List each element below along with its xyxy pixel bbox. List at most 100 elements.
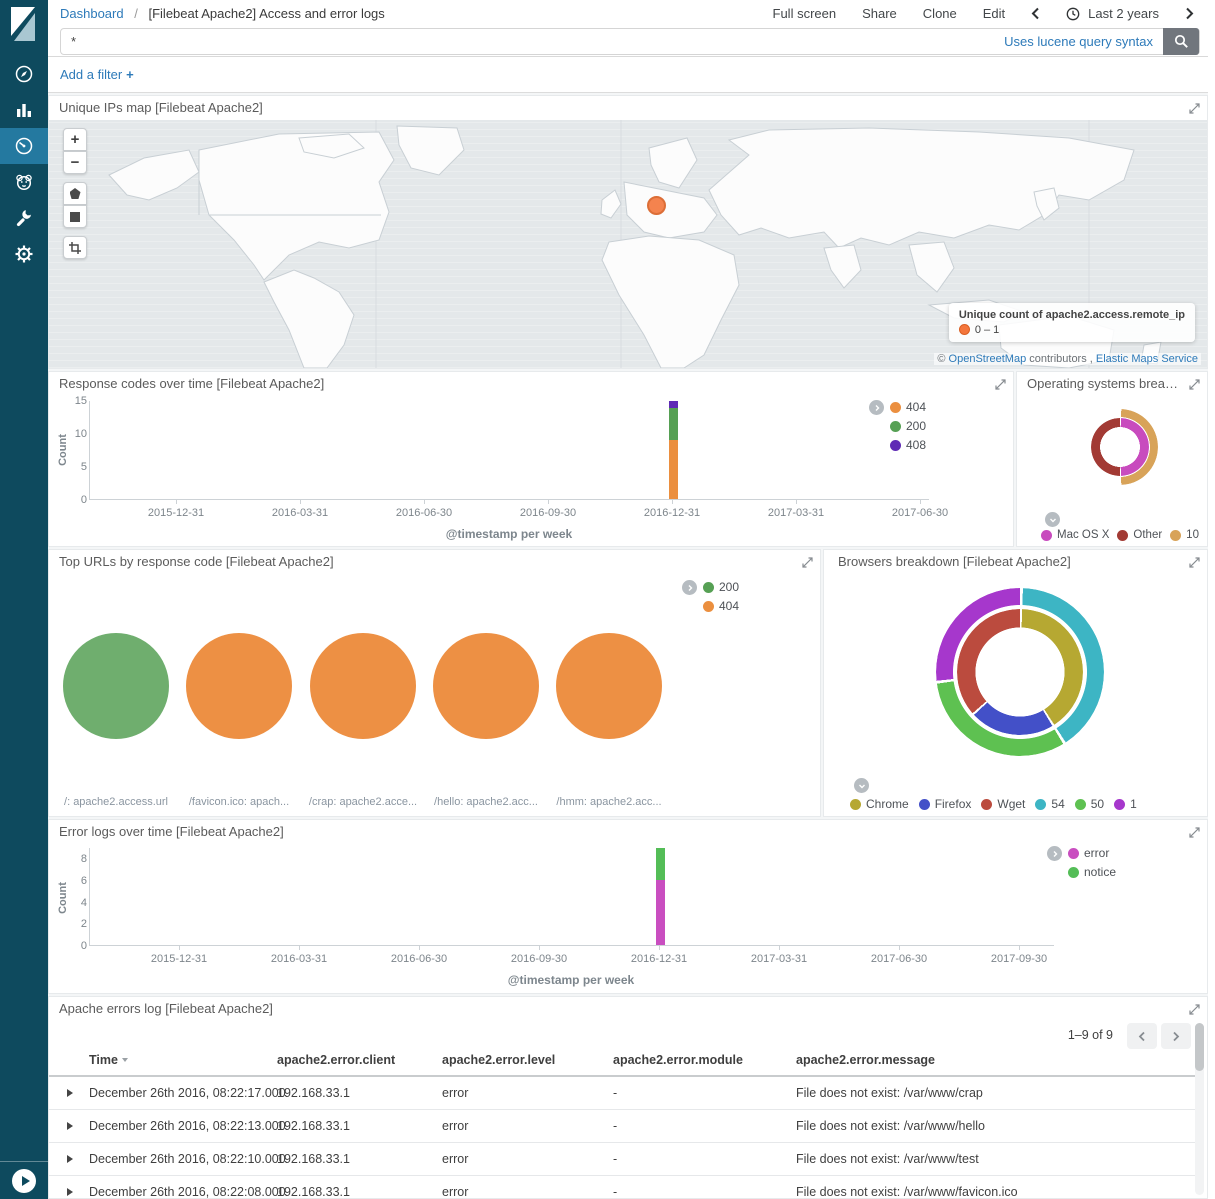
legend-dot — [1068, 848, 1079, 859]
query-input[interactable] — [61, 34, 1004, 49]
elastic-maps-link[interactable]: Elastic Maps Service — [1096, 353, 1198, 365]
scrollbar-thumb[interactable] — [1195, 1023, 1204, 1071]
table-row[interactable]: December 26th 2016, 08:22:08.000 192.168… — [49, 1176, 1195, 1199]
panel-response-codes: Response codes over time [Filebeat Apach… — [48, 371, 1014, 547]
sidebar-item-dashboard[interactable] — [0, 128, 48, 164]
map-draw-polygon-button[interactable] — [63, 182, 87, 205]
lion-face-icon — [14, 172, 34, 192]
table-row[interactable]: December 26th 2016, 08:22:17.000 192.168… — [49, 1077, 1195, 1110]
os-donut-inner-ring[interactable] — [1091, 418, 1149, 476]
expand-panel-icon[interactable] — [995, 379, 1006, 390]
bar-segment-notice[interactable] — [656, 848, 665, 880]
browsers-donut-inner-ring[interactable] — [957, 609, 1083, 735]
table-row[interactable]: December 26th 2016, 08:22:10.000 192.168… — [49, 1143, 1195, 1176]
openstreetmap-link[interactable]: OpenStreetMap — [949, 353, 1027, 365]
column-header-message[interactable]: apache2.error.message — [796, 1053, 935, 1067]
row-expand-caret[interactable] — [67, 1077, 73, 1110]
expand-panel-icon[interactable] — [1189, 1004, 1200, 1015]
time-picker[interactable]: Last 2 years — [1066, 6, 1159, 21]
pie-favicon[interactable] — [186, 633, 292, 739]
legend-item-404[interactable]: 404 — [703, 599, 739, 613]
map-zoom-in-button[interactable]: + — [63, 128, 87, 151]
column-header-module[interactable]: apache2.error.module — [613, 1053, 743, 1067]
legend-item-chrome[interactable]: Chrome — [850, 797, 909, 811]
breadcrumb-separator: / — [134, 6, 138, 21]
legend-item-200[interactable]: 200 — [890, 419, 926, 433]
time-back-chevron[interactable] — [1031, 7, 1040, 20]
legend-item-macosx[interactable]: Mac OS X — [1041, 529, 1109, 541]
bar-segment-error[interactable] — [656, 880, 665, 945]
sidebar-item-visualize[interactable] — [0, 92, 48, 128]
legend-item-error[interactable]: error — [1068, 846, 1116, 860]
expand-panel-icon[interactable] — [1189, 103, 1200, 114]
cell-time: December 26th 2016, 08:22:13.000 — [89, 1110, 286, 1143]
legend-dot — [703, 601, 714, 612]
panel-title: Unique IPs map [Filebeat Apache2] — [49, 96, 1207, 120]
legend-collapse-icon[interactable] — [1047, 846, 1062, 861]
row-expand-caret[interactable] — [67, 1143, 73, 1176]
legend-item-1[interactable]: 1 — [1114, 797, 1137, 811]
legend-item-404[interactable]: 404 — [890, 400, 926, 414]
clone-button[interactable]: Clone — [923, 6, 957, 21]
expand-panel-icon[interactable] — [802, 557, 813, 568]
map-draw-rectangle-button[interactable] — [63, 205, 87, 228]
row-expand-caret[interactable] — [67, 1176, 73, 1199]
map-point-marker[interactable] — [647, 196, 666, 215]
expand-panel-icon[interactable] — [1189, 827, 1200, 838]
pie-crap[interactable] — [310, 633, 416, 739]
table-row[interactable]: December 26th 2016, 08:22:13.000 192.168… — [49, 1110, 1195, 1143]
sidebar-collapse-button[interactable] — [12, 1169, 36, 1193]
column-header-level[interactable]: apache2.error.level — [442, 1053, 555, 1067]
map-zoom-out-button[interactable]: − — [63, 151, 87, 174]
full-screen-button[interactable]: Full screen — [773, 6, 837, 21]
nav-actions: Full screen Share Clone Edit Last 2 year… — [773, 6, 1194, 21]
pagination-next-button[interactable] — [1161, 1023, 1191, 1049]
legend-dot — [1114, 799, 1125, 810]
sidebar-item-management[interactable] — [0, 236, 48, 272]
time-forward-chevron[interactable] — [1185, 7, 1194, 20]
expand-panel-icon[interactable] — [1189, 379, 1200, 390]
legend-item-10[interactable]: 10 — [1170, 529, 1199, 541]
share-button[interactable]: Share — [862, 6, 897, 21]
legend-item-other[interactable]: Other — [1117, 529, 1162, 541]
world-map[interactable]: + − Unique count of apache2.access.remot… — [49, 120, 1207, 368]
legend-item-50[interactable]: 50 — [1075, 797, 1104, 811]
stacked-bar-2016-12-31 — [669, 401, 678, 499]
dashboard-grid: Unique IPs map [Filebeat Apache2] — [48, 93, 1208, 1199]
legend-item-firefox[interactable]: Firefox — [919, 797, 972, 811]
map-fit-data-button[interactable] — [63, 236, 87, 259]
edit-button[interactable]: Edit — [983, 6, 1005, 21]
kibana-logo[interactable] — [0, 0, 48, 48]
legend-item-54[interactable]: 54 — [1035, 797, 1064, 811]
row-expand-caret[interactable] — [67, 1110, 73, 1143]
sidebar-item-discover[interactable] — [0, 56, 48, 92]
legend-item-notice[interactable]: notice — [1068, 865, 1116, 879]
legend-item-wget[interactable]: Wget — [981, 797, 1025, 811]
panel-title: Browsers breakdown [Filebeat Apache2] — [824, 550, 1207, 574]
legend-item-408[interactable]: 408 — [890, 438, 926, 452]
bar-segment-200[interactable] — [669, 408, 678, 441]
pie-hello[interactable] — [433, 633, 539, 739]
sidebar-item-dev-tools[interactable] — [0, 200, 48, 236]
panel-os-breakdown: Operating systems breakd... Mac OS X Oth… — [1016, 371, 1208, 547]
column-header-time[interactable]: Time — [89, 1053, 128, 1067]
add-filter-button[interactable]: Add a filter+ — [60, 67, 134, 82]
legend-dot — [703, 582, 714, 593]
lucene-syntax-link[interactable]: Uses lucene query syntax — [1004, 34, 1153, 49]
bar-segment-404[interactable] — [669, 440, 678, 499]
legend-collapse-icon[interactable] — [1045, 512, 1060, 527]
legend-collapse-icon[interactable] — [854, 778, 869, 793]
legend-collapse-icon[interactable] — [869, 400, 884, 415]
pie-hmm[interactable] — [556, 633, 662, 739]
search-button[interactable] — [1163, 28, 1199, 55]
breadcrumb-dashboard-link[interactable]: Dashboard — [60, 6, 124, 21]
table-scrollbar[interactable] — [1195, 1023, 1204, 1195]
pagination-prev-button[interactable] — [1127, 1023, 1157, 1049]
expand-panel-icon[interactable] — [1189, 557, 1200, 568]
pie-root-url[interactable] — [63, 633, 169, 739]
legend-collapse-icon[interactable] — [682, 580, 697, 595]
sidebar-item-timelion[interactable] — [0, 164, 48, 200]
legend-item-200[interactable]: 200 — [703, 580, 739, 594]
column-header-client[interactable]: apache2.error.client — [277, 1053, 395, 1067]
pie-label: /hello: apache2.acc... — [434, 796, 538, 808]
